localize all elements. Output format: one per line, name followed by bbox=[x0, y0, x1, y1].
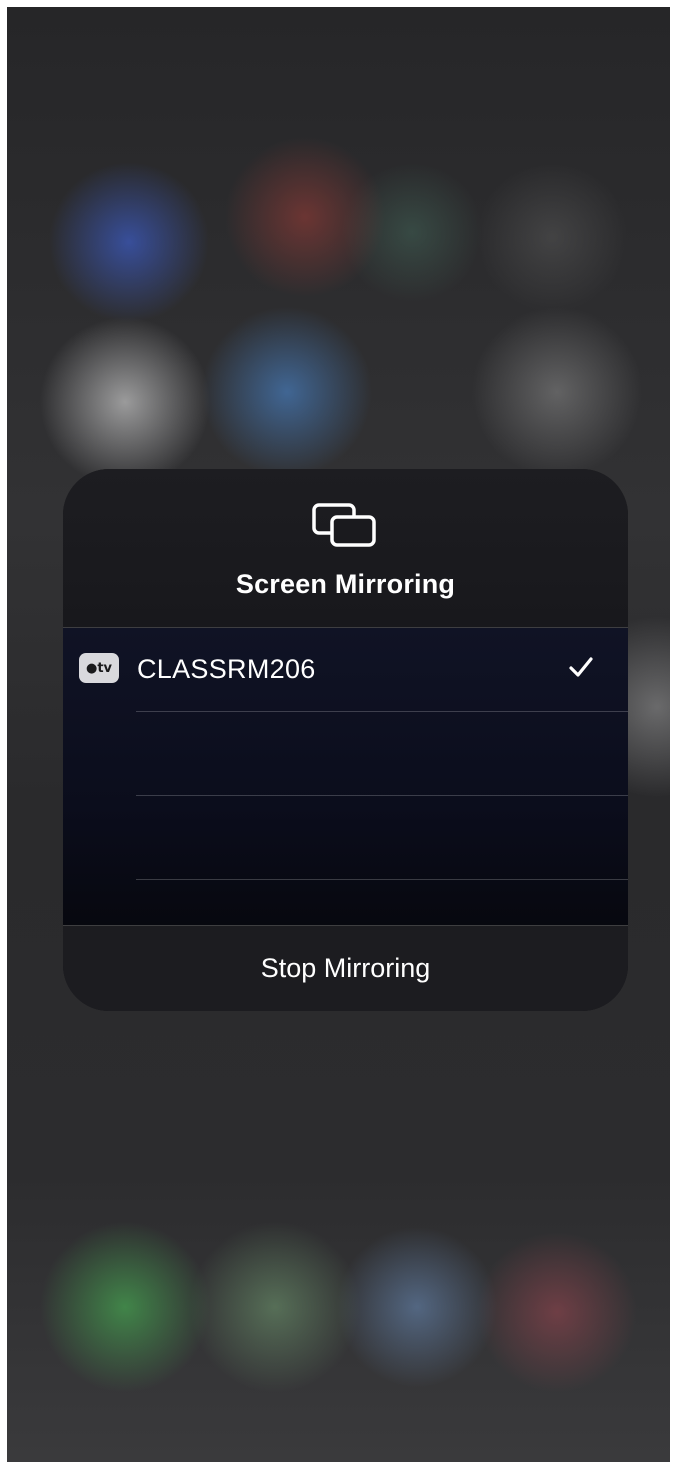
device-row-classrm206[interactable]: ●tv CLASSRM206 bbox=[63, 628, 628, 712]
device-name: CLASSRM206 bbox=[137, 654, 316, 684]
actions-area: Stop Mirroring bbox=[63, 926, 628, 1011]
empty-device-row bbox=[63, 796, 628, 880]
apple-logo-icon: ● bbox=[85, 661, 98, 676]
row-separator bbox=[136, 879, 628, 880]
screen-mirroring-panel: Screen Mirroring ●tv CLASSRM206 Stop Mir… bbox=[63, 469, 628, 1011]
empty-device-row bbox=[63, 712, 628, 796]
checkmark-icon bbox=[569, 657, 593, 677]
panel-title: Screen Mirroring bbox=[235, 569, 456, 599]
stop-mirroring-button[interactable]: Stop Mirroring bbox=[63, 926, 628, 1011]
control-center-screen: Screen Mirroring ●tv CLASSRM206 Stop Mir… bbox=[7, 7, 670, 1462]
device-list: ●tv CLASSRM206 bbox=[63, 628, 628, 925]
panel-header: Screen Mirroring bbox=[63, 469, 628, 627]
screen-mirroring-icon bbox=[312, 503, 376, 547]
apple-tv-badge: ●tv bbox=[79, 653, 119, 683]
